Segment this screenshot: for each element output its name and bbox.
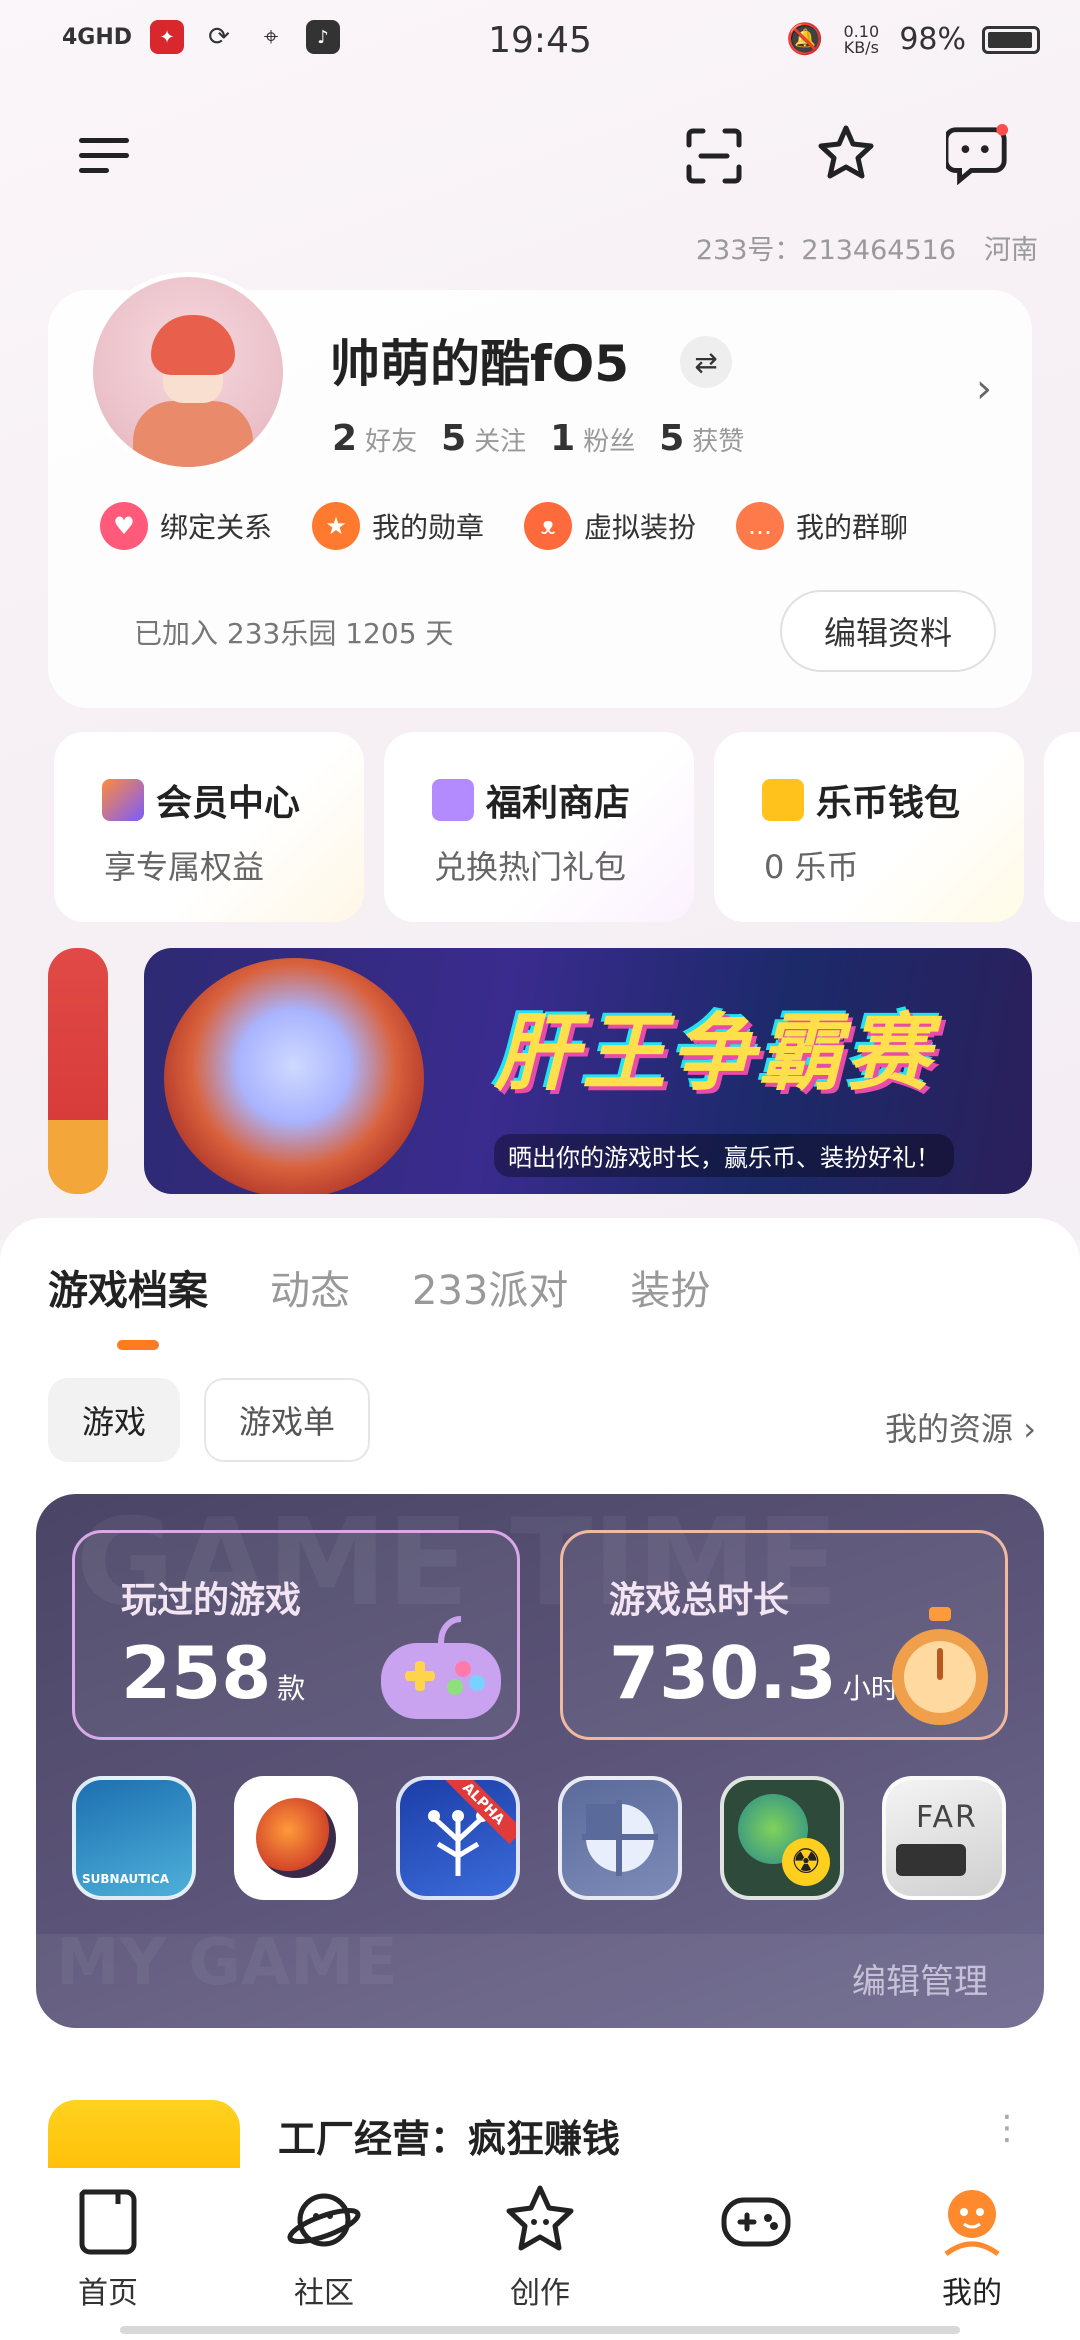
star-icon[interactable]	[814, 122, 878, 186]
recent-games: SUBNAUTICA ALPHA ☢ FAR	[72, 1776, 1006, 1900]
banner-character	[164, 958, 424, 1194]
edit-manage-button[interactable]: 编辑管理	[852, 1954, 988, 2003]
coin-wallet-card[interactable]: 乐币钱包 0 乐币	[714, 732, 1024, 922]
scan-icon[interactable]	[682, 124, 746, 188]
game-title: 工厂经营：疯狂赚钱	[278, 2117, 621, 2161]
profile-tabs: 游戏档案 动态 233派对 装扮	[48, 1258, 710, 1316]
menu-icon[interactable]	[72, 124, 136, 188]
bottom-nav: 首页 社区 创作 我的	[0, 2168, 1080, 2340]
chevron-right-icon[interactable]: ›	[976, 366, 992, 412]
avatar[interactable]	[88, 272, 288, 472]
mute-icon: 🔕	[785, 22, 824, 57]
profile-card[interactable]: 帅萌的酷fO5 ⇄ › 2 好友 5 关注 1 粉丝 5 获赞 ♥ 绑定关系 ★ 我的勋章 …	[48, 272, 1032, 708]
feature-card-peek	[1044, 732, 1080, 922]
edit-profile-button[interactable]: 编辑资料	[780, 590, 996, 672]
my-resources-link[interactable]: 我的资源 ›	[885, 1404, 1036, 1450]
mine-icon	[944, 2190, 1000, 2257]
tab-game-archive[interactable]: 游戏档案	[48, 1258, 208, 1316]
quick-links: ♥ 绑定关系 ★ 我的勋章 ᴥ 虚拟装扮 … 我的群聊	[100, 502, 908, 550]
stat-fans[interactable]: 1 粉丝	[550, 418, 635, 459]
nav-mine[interactable]: 我的	[864, 2168, 1080, 2340]
quick-link-medal[interactable]: ★ 我的勋章	[312, 502, 484, 550]
medal-icon: ★	[312, 502, 361, 550]
username: 帅萌的酷fO5	[330, 335, 630, 393]
battery-percent: 98%	[899, 22, 966, 57]
watermark-bottom: MY GAME	[56, 1926, 398, 2000]
banner-subtitle: 晒出你的游戏时长，赢乐币、装扮好礼！	[494, 1134, 954, 1177]
game-icon-far[interactable]: FAR	[882, 1776, 1006, 1900]
gamepad-icon	[381, 1616, 501, 1719]
avatar-hair	[151, 315, 235, 375]
tab-233-party[interactable]: 233派对	[412, 1258, 568, 1316]
switch-account-icon[interactable]: ⇄	[680, 336, 732, 388]
stat-following[interactable]: 5 关注	[441, 418, 526, 459]
wallet-icon	[762, 779, 804, 821]
crown-icon	[102, 779, 144, 821]
net-speed: 0.10 KB/s	[843, 21, 880, 57]
stopwatch-icon	[892, 1607, 988, 1725]
game-icon-dome-keeper[interactable]	[234, 1776, 358, 1900]
stat-likes[interactable]: 5 获赞	[659, 418, 744, 459]
avatar-body	[133, 401, 253, 467]
game-icon-alpha[interactable]: ALPHA	[396, 1776, 520, 1900]
game-icon-subnautica[interactable]: SUBNAUTICA	[72, 1776, 196, 1900]
cat-icon: ᴥ	[524, 502, 573, 550]
tab-dressup[interactable]: 装扮	[630, 1258, 710, 1316]
nav-home[interactable]: 首页	[0, 2168, 216, 2340]
profile-stats: 2 好友 5 关注 1 粉丝 5 获赞	[332, 418, 744, 459]
game-icon-nuclear[interactable]: ☢	[720, 1776, 844, 1900]
game-icon-tile[interactable]	[558, 1776, 682, 1900]
quick-link-bind[interactable]: ♥ 绑定关系	[100, 502, 272, 550]
banner-previous-peek[interactable]	[48, 948, 108, 1194]
create-star-icon	[506, 2185, 574, 2251]
more-options-icon[interactable]: ⋮	[990, 2108, 1024, 2148]
game-stats-card: GAME TIME 玩过的游戏 258 款 游戏总时长 730.3 小时 SUBNA…	[36, 1494, 1044, 2028]
chip-games[interactable]: 游戏	[48, 1378, 180, 1462]
gift-icon	[432, 779, 474, 821]
nav-community[interactable]: 社区	[216, 2168, 432, 2340]
tab-activity[interactable]: 动态	[270, 1258, 350, 1316]
welfare-store-card[interactable]: 福利商店 兑换热门礼包	[384, 732, 694, 922]
banner-title: 肝王争霸赛	[494, 1004, 935, 1102]
heart-icon: ♥	[100, 502, 148, 550]
nav-create[interactable]: 创作	[432, 2168, 648, 2340]
member-center-card[interactable]: 会员中心 享专属权益	[54, 732, 364, 922]
promo-banner[interactable]: 肝王争霸赛 晒出你的游戏时长，赢乐币、装扮好礼！	[144, 948, 1032, 1194]
total-time-box[interactable]: 游戏总时长 730.3 小时	[560, 1530, 1008, 1740]
played-games-box[interactable]: 玩过的游戏 258 款	[72, 1530, 520, 1740]
quick-link-groups[interactable]: … 我的群聊	[736, 502, 908, 550]
account-id-line: 233号：213464516 河南	[696, 228, 1038, 267]
active-tab-indicator	[117, 1340, 159, 1350]
planet-icon	[287, 2193, 361, 2247]
gesture-bar[interactable]	[120, 2326, 960, 2334]
gamepad-nav-icon	[721, 2197, 791, 2247]
status-bar: 4GHD ✦ ⟳ ⌖ ♪ 19:45 🔕 0.10 KB/s 98%	[0, 0, 1080, 84]
battery-icon	[982, 25, 1040, 54]
region-label: 河南	[984, 235, 1038, 266]
account-id: 233号：213464516	[695, 235, 956, 266]
status-icons-right: 🔕 0.10 KB/s 98%	[786, 22, 1040, 57]
joined-days: 已加入 233乐园 1205 天	[134, 617, 454, 650]
stat-friends[interactable]: 2 好友	[332, 418, 417, 459]
message-icon[interactable]	[946, 122, 1010, 186]
chip-game-lists[interactable]: 游戏单	[204, 1378, 370, 1462]
nav-games[interactable]	[648, 2168, 864, 2340]
quick-link-dressup[interactable]: ᴥ 虚拟装扮	[524, 502, 696, 550]
chat-icon: …	[736, 502, 785, 550]
home-icon	[79, 2189, 137, 2255]
